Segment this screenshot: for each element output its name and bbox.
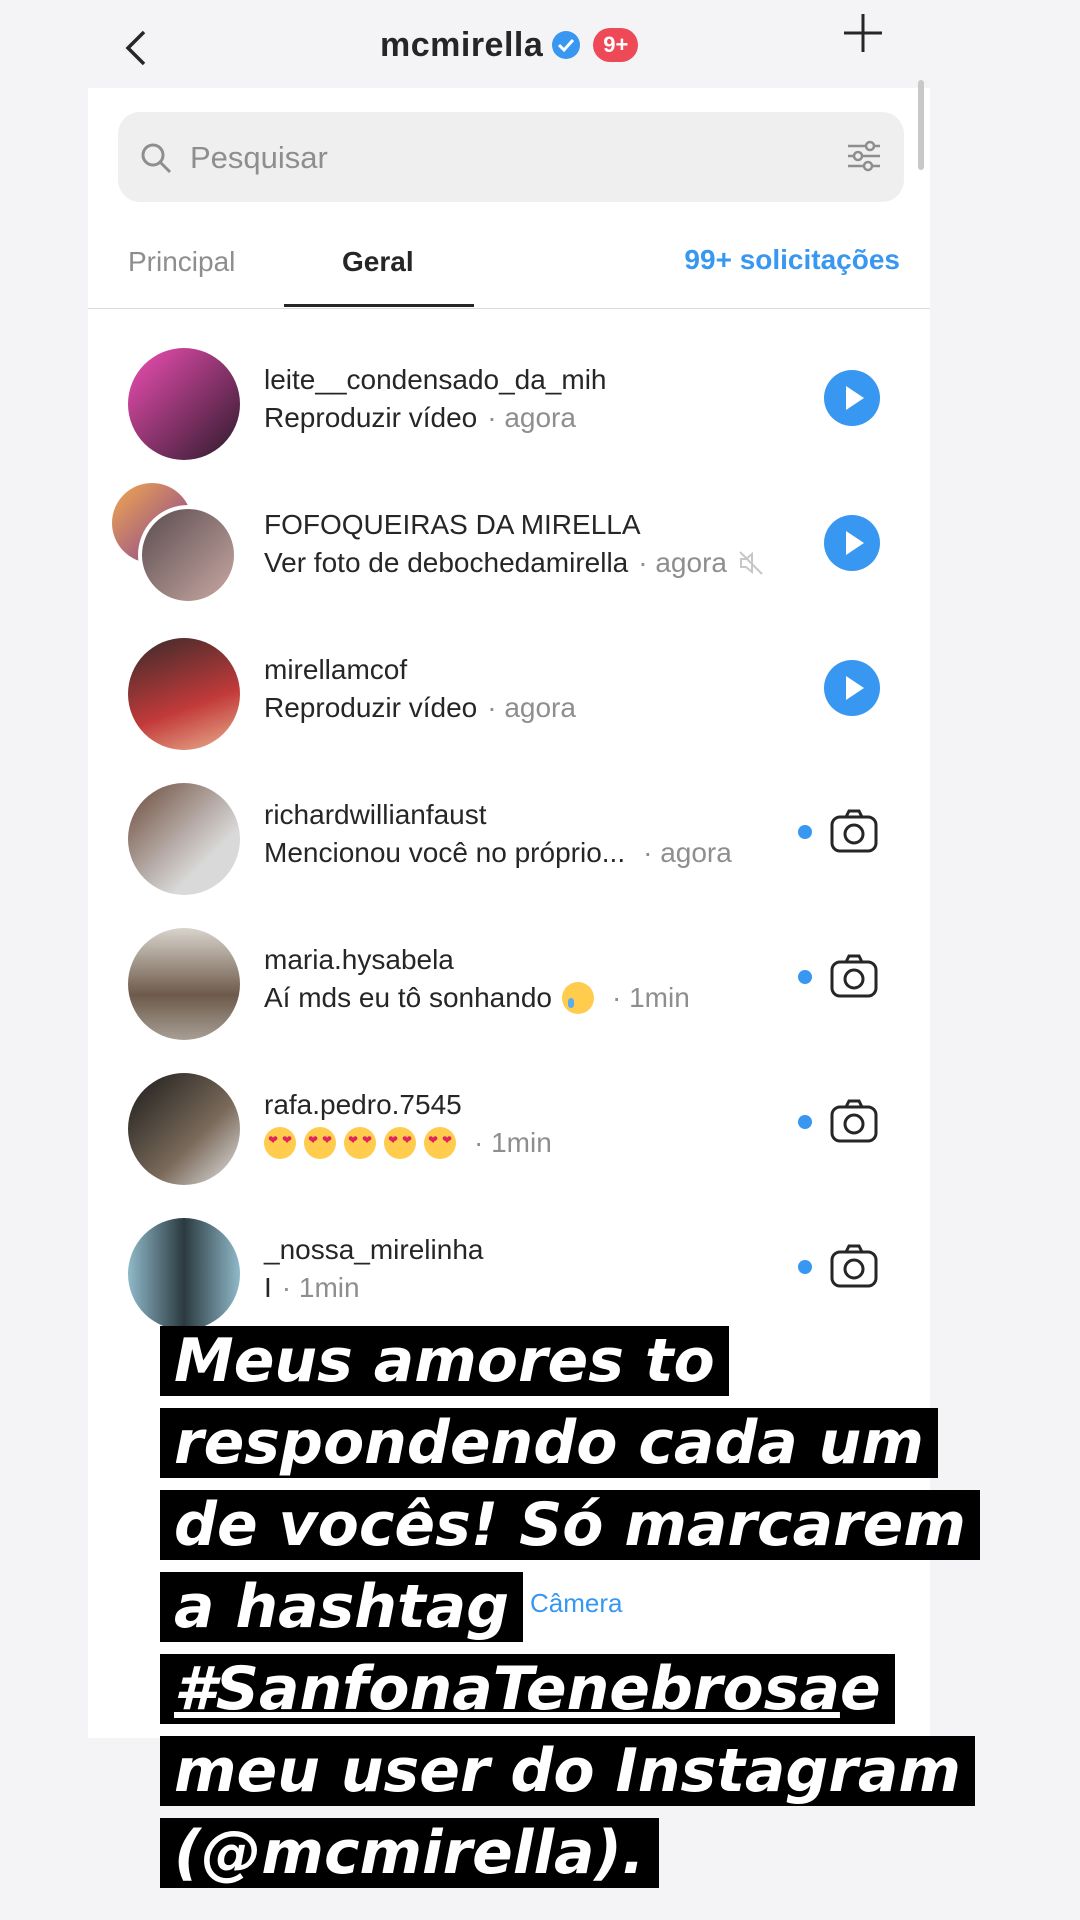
avatar	[128, 348, 240, 460]
caption-text: a hashtag	[160, 1572, 524, 1642]
conversation-name: leite__condensado_da_mih	[264, 364, 607, 395]
story-caption: Meus amores to respondendo cada um de vo…	[160, 1326, 1010, 1900]
tab-principal[interactable]: Principal	[128, 246, 235, 278]
conversation-row[interactable]: richardwillianfaust Mencionou você no pr…	[88, 763, 930, 908]
scrollbar[interactable]	[918, 80, 924, 170]
caption-line: respondendo cada um	[160, 1408, 1010, 1478]
caption-line: de vocês! Só marcarem	[160, 1490, 1010, 1560]
notification-badge: 9+	[593, 28, 639, 62]
conversation-row[interactable]: rafa.pedro.7545 · 1min	[88, 1053, 930, 1198]
camera-icon[interactable]	[826, 1093, 882, 1149]
heart-eyes-emoji	[264, 1127, 296, 1159]
message-text: Ver foto de debochedamirella	[264, 547, 629, 578]
active-tab-indicator	[284, 304, 474, 307]
conversation-row[interactable]: FOFOQUEIRAS DA MIRELLA Ver foto de deboc…	[88, 473, 930, 618]
caption-line: a hashtag	[160, 1572, 1010, 1642]
avatar	[128, 928, 240, 1040]
caption-text: (@mcmirella).	[160, 1818, 659, 1888]
unread-dot	[798, 1260, 812, 1274]
conversation-name: rafa.pedro.7545	[264, 1089, 462, 1120]
heart-eyes-emoji	[384, 1127, 416, 1159]
caption-text: meu user do Instagram	[160, 1736, 975, 1806]
avatar	[128, 1218, 240, 1330]
message-time: · agora	[643, 837, 732, 868]
plus-icon[interactable]	[838, 8, 888, 58]
message-time: · agora	[487, 692, 576, 723]
message-text: I	[264, 1272, 272, 1303]
tab-geral[interactable]: Geral	[342, 246, 414, 278]
avatar	[128, 638, 240, 750]
message-requests-link[interactable]: 99+ solicitações	[684, 244, 900, 276]
message-time: · 1min	[611, 982, 690, 1013]
unread-dot	[798, 825, 812, 839]
message-time: · 1min	[474, 1127, 552, 1158]
crying-face-emoji	[561, 982, 594, 1014]
caption-text: e	[839, 1654, 881, 1724]
title-group[interactable]: mcmirella 9+	[380, 20, 639, 70]
message-text: Reproduzir vídeo	[264, 402, 478, 433]
message-time: · 1min	[281, 1272, 360, 1303]
caption-text: Meus amores to	[160, 1326, 729, 1396]
hashtag-link[interactable]: #SanfonaTenebrosa	[174, 1654, 840, 1724]
conversation-preview: Reproduzir vídeo · agora	[264, 402, 576, 434]
search-input[interactable]	[188, 134, 752, 182]
message-text: Reproduzir vídeo	[264, 692, 478, 723]
search-bar[interactable]	[118, 112, 904, 202]
heart-eyes-emoji	[304, 1127, 336, 1159]
conversation-preview: Aí mds eu tô sonhando · 1min	[264, 982, 690, 1014]
conversation-preview: Ver foto de debochedamirella · agora	[264, 547, 765, 579]
avatar	[138, 505, 238, 605]
unread-dot	[798, 970, 812, 984]
conversation-row[interactable]: mirellamcof Reproduzir vídeo · agora	[88, 618, 930, 763]
message-text: Aí mds eu tô sonhando	[264, 982, 552, 1013]
inbox-tabs: Principal Geral 99+ solicitações	[88, 218, 930, 309]
heart-eyes-emoji	[424, 1127, 456, 1159]
message-time: · agora	[487, 402, 576, 433]
conversation-name: richardwillianfaust	[264, 799, 487, 830]
avatar	[128, 783, 240, 895]
conversation-name: maria.hysabela	[264, 944, 454, 975]
verified-badge-icon	[552, 31, 581, 59]
conversation-preview: Reproduzir vídeo · agora	[264, 692, 576, 724]
caption-line: meu user do Instagram	[160, 1736, 1010, 1806]
conversation-preview: I · 1min	[264, 1272, 360, 1304]
conversation-name: mirellamcof	[264, 654, 408, 685]
camera-icon[interactable]	[826, 803, 882, 859]
conversation-row[interactable]: maria.hysabela Aí mds eu tô sonhando · 1…	[88, 908, 930, 1053]
caption-text: de vocês! Só marcarem	[160, 1490, 980, 1560]
caption-line: #SanfonaTenebrosa e	[160, 1654, 1010, 1724]
camera-icon[interactable]	[826, 1238, 882, 1294]
message-time: · agora	[638, 547, 727, 578]
conversation-name: _nossa_mirelinha	[264, 1234, 484, 1265]
conversation-row[interactable]: _nossa_mirelinha I · 1min	[88, 1198, 930, 1343]
caption-text: respondendo cada um	[160, 1408, 938, 1478]
play-icon[interactable]	[824, 370, 880, 426]
unread-dot	[798, 1115, 812, 1129]
caption-line: Meus amores to	[160, 1326, 1010, 1396]
chevron-left-icon[interactable]	[118, 28, 158, 68]
conversation-name: FOFOQUEIRAS DA MIRELLA	[264, 509, 641, 540]
conversation-preview: Mencionou você no próprio... · agora	[264, 837, 732, 869]
muted-icon	[739, 551, 763, 575]
caption-text: #SanfonaTenebrosa e	[160, 1654, 895, 1724]
heart-eyes-emoji	[344, 1127, 376, 1159]
search-icon	[141, 143, 172, 174]
play-icon[interactable]	[824, 515, 880, 571]
conversation-preview: · 1min	[264, 1127, 552, 1159]
avatar	[128, 1073, 240, 1185]
account-username[interactable]: mcmirella	[380, 26, 543, 65]
play-icon[interactable]	[824, 660, 880, 716]
conversation-row[interactable]: leite__condensado_da_mih Reproduzir víde…	[88, 328, 930, 473]
message-text: Mencionou você no próprio...	[264, 837, 626, 868]
filter-icon[interactable]	[844, 136, 884, 176]
caption-line: (@mcmirella).	[160, 1818, 1010, 1888]
camera-icon[interactable]	[826, 948, 882, 1004]
